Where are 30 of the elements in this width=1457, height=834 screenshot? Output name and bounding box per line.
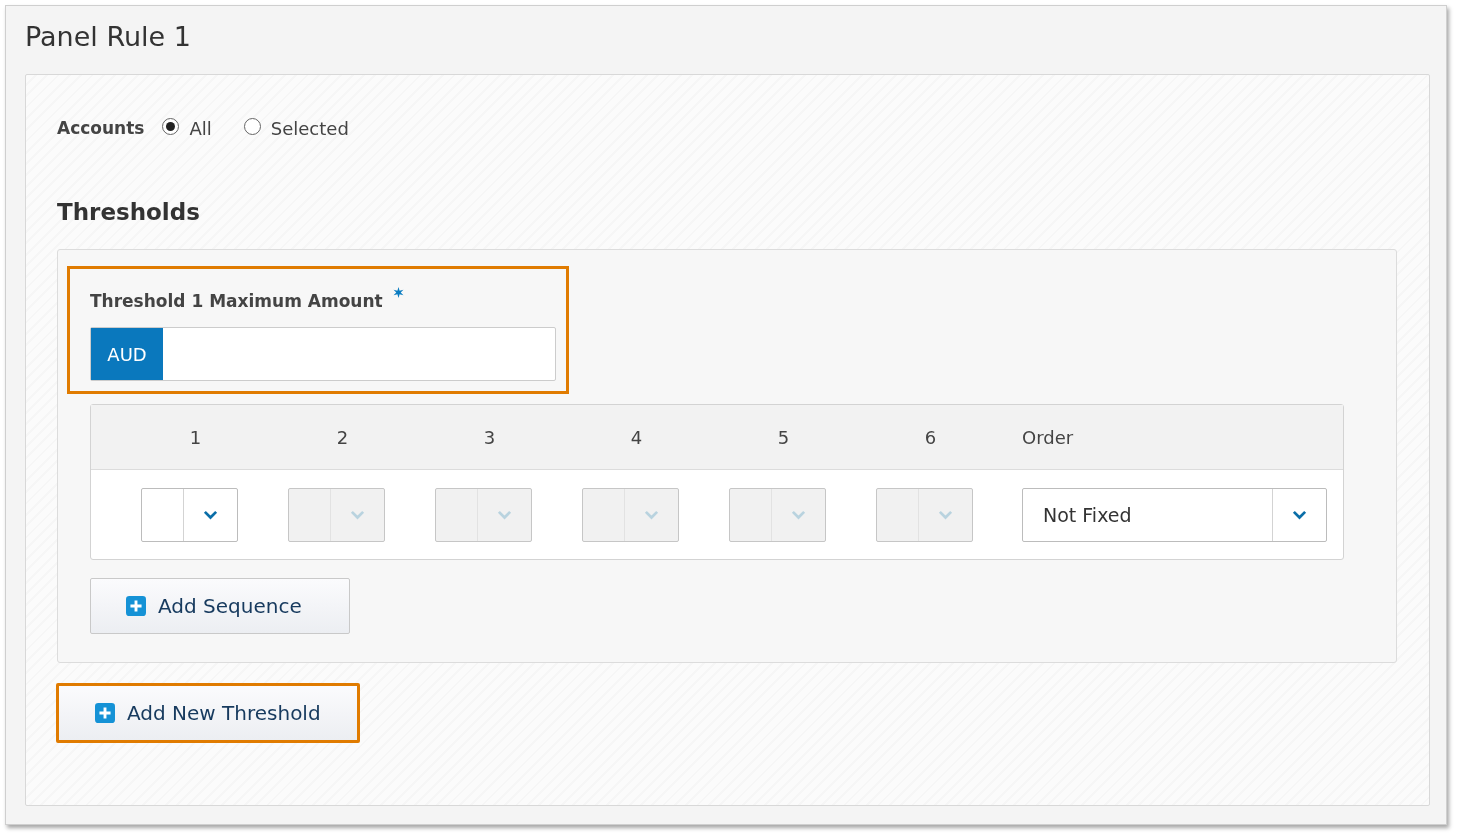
column-header: 5 [776, 426, 791, 448]
column-header: 6 [923, 426, 938, 448]
chevron-down-icon [350, 510, 365, 520]
sequence-dropdown[interactable] [141, 488, 238, 542]
column-header: 1 [188, 426, 203, 448]
radio-label[interactable]: Selected [270, 117, 349, 139]
amount-input-field[interactable]: AUD [90, 327, 556, 381]
section-heading: Thresholds [57, 199, 201, 227]
radio-button[interactable] [243, 117, 261, 135]
radio-button[interactable] [162, 117, 180, 135]
order-dropdown[interactable]: Not Fixed [1022, 488, 1327, 542]
column-header: 2 [335, 426, 350, 448]
chevron-down-icon [1292, 510, 1307, 520]
panel-title: Panel Rule 1 [25, 20, 192, 54]
currency-label: AUD [91, 328, 163, 380]
radio-label[interactable]: All [189, 117, 212, 139]
plus-icon [95, 703, 115, 723]
column-header: 4 [629, 426, 644, 448]
column-header: Order [1022, 426, 1074, 448]
accounts-label: Accounts [57, 118, 145, 138]
chevron-down-icon [644, 510, 659, 520]
chevron-down-icon [791, 510, 806, 520]
field-label: Threshold 1 Maximum Amount [90, 291, 383, 311]
chevron-down-icon [203, 510, 218, 520]
chevron-down-icon [938, 510, 953, 520]
plus-icon [126, 596, 146, 616]
add-threshold-button[interactable]: Add New Threshold [56, 683, 360, 743]
column-header: 3 [482, 426, 497, 448]
add-sequence-button[interactable]: Add Sequence [90, 578, 350, 634]
chevron-down-icon [497, 510, 512, 520]
